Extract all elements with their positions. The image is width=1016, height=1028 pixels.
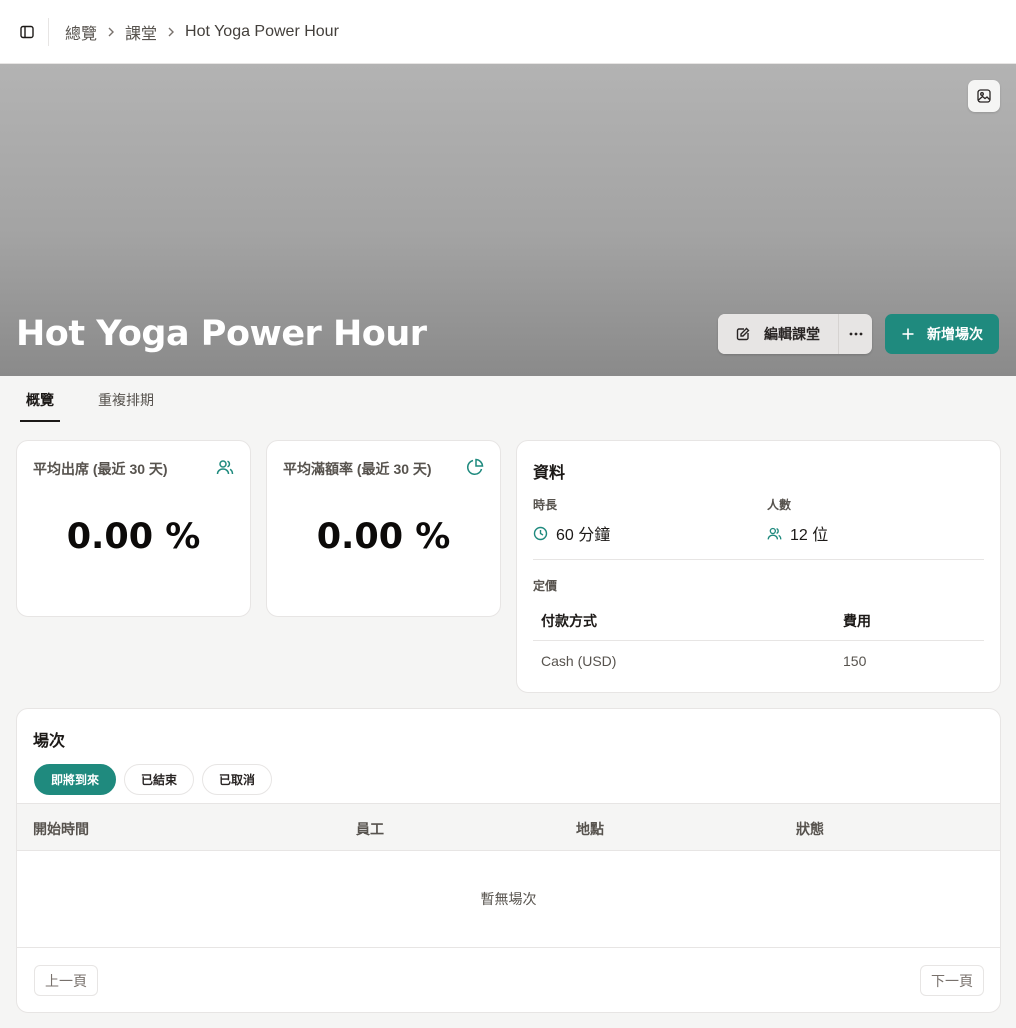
tab-bar: 概覽 重複排期 (20, 390, 160, 422)
column-start-time: 開始時間 (33, 821, 89, 837)
top-bar: 總覽 課堂 Hot Yoga Power Hour (0, 0, 1016, 64)
pie-chart-icon (466, 458, 484, 476)
filter-ended[interactable]: 已結束 (124, 764, 195, 795)
filter-cancelled[interactable]: 已取消 (202, 764, 273, 795)
filter-upcoming[interactable]: 即將到來 (34, 764, 117, 795)
image-icon (977, 89, 991, 103)
divider (48, 17, 49, 46)
pricing-fee-cell: 150 (843, 653, 867, 669)
column-staff: 員工 (356, 821, 384, 837)
pencil-icon (736, 327, 750, 341)
divider (533, 559, 984, 560)
stat-value: 0.00 % (66, 517, 201, 557)
info-title: 資料 (533, 465, 566, 482)
add-session-button[interactable]: 新增場次 (885, 314, 999, 354)
chevron-right-icon (167, 27, 175, 37)
table-row: Cash (USD) 150 (533, 641, 984, 681)
users-icon (216, 458, 234, 476)
next-page-button[interactable]: 下一頁 (920, 965, 984, 996)
column-location: 地點 (576, 821, 604, 837)
empty-state: 暫無場次 (17, 851, 1000, 948)
sessions-title: 場次 (33, 733, 66, 750)
stat-label: 平均滿額率 (最近 30 天) (283, 461, 432, 477)
edit-button-group: 編輯課堂 (718, 314, 872, 354)
class-info-card: 資料 時長 60 分鐘 人數 12 位 定價 付款方式 費用 Cash (USD… (516, 440, 1001, 693)
tab-recurring-schedule[interactable]: 重複排期 (92, 390, 160, 422)
pricing-method-cell: Cash (USD) (541, 653, 617, 669)
edit-class-label: 編輯課堂 (764, 326, 820, 342)
hero-actions: 編輯課堂 新增場次 (718, 314, 999, 354)
hero-banner: Hot Yoga Power Hour 編輯課堂 新增場次 (0, 64, 1016, 376)
pricing-header-row: 付款方式 費用 (533, 601, 984, 641)
sessions-table-header: 開始時間 員工 地點 狀態 (17, 803, 1000, 851)
capacity-value: 12 位 (767, 521, 828, 545)
breadcrumb: 總覽 課堂 Hot Yoga Power Hour (65, 20, 339, 44)
breadcrumb-classes[interactable]: 課堂 (125, 20, 157, 44)
chevron-right-icon (107, 27, 115, 37)
page-title: Hot Yoga Power Hour (16, 314, 427, 354)
sidebar-toggle-icon[interactable] (16, 21, 38, 43)
more-options-button[interactable] (838, 314, 872, 354)
breadcrumb-overview[interactable]: 總覽 (65, 20, 97, 44)
pricing-header-fee: 費用 (843, 612, 871, 629)
sessions-card: 場次 即將到來 已結束 已取消 開始時間 員工 地點 狀態 暫無場次 上一頁 下… (16, 708, 1001, 1013)
change-cover-image-button[interactable] (968, 80, 1000, 112)
duration-value: 60 分鐘 (533, 521, 610, 545)
prev-page-button[interactable]: 上一頁 (34, 965, 98, 996)
capacity-label: 人數 (767, 498, 792, 512)
fill-rate-stat-card: 平均滿額率 (最近 30 天) 0.00 % (266, 440, 501, 617)
clock-icon (533, 526, 548, 541)
add-session-label: 新增場次 (927, 326, 983, 342)
tab-overview[interactable]: 概覽 (20, 390, 60, 422)
pricing-label: 定價 (533, 579, 558, 593)
session-filters: 即將到來 已結束 已取消 (34, 764, 273, 795)
breadcrumb-current: Hot Yoga Power Hour (185, 22, 339, 40)
column-status: 狀態 (796, 821, 824, 837)
duration-label: 時長 (533, 498, 558, 512)
ellipsis-icon (849, 332, 863, 336)
duration-text: 60 分鐘 (556, 527, 611, 544)
stat-label: 平均出席 (最近 30 天) (33, 461, 168, 477)
stat-value: 0.00 % (316, 517, 451, 557)
plus-icon (901, 327, 915, 341)
edit-class-button[interactable]: 編輯課堂 (718, 314, 838, 354)
pricing-header-method: 付款方式 (541, 612, 597, 629)
users-icon (767, 526, 782, 541)
capacity-text: 12 位 (790, 527, 829, 544)
attendance-stat-card: 平均出席 (最近 30 天) 0.00 % (16, 440, 251, 617)
pricing-table: 付款方式 費用 Cash (USD) 150 (533, 601, 984, 681)
